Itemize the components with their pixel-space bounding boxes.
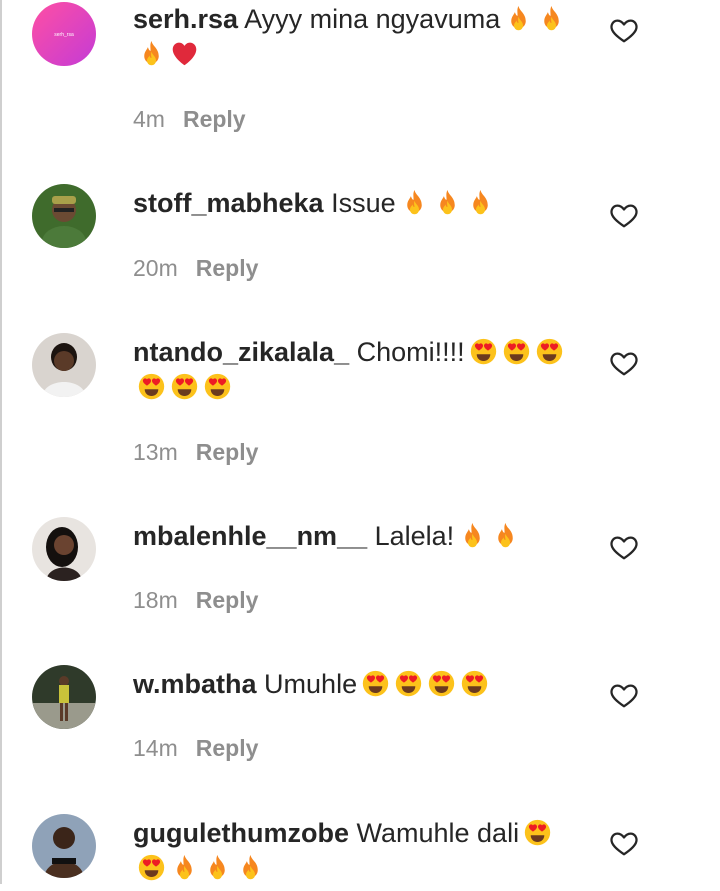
heart-eyes-emoji-icon [394,669,423,698]
like-heart-icon[interactable] [609,828,639,858]
heart-eyes-emoji-icon [427,669,456,698]
comment-message: Issue [331,188,396,218]
avatar[interactable] [32,333,96,397]
left-border [0,0,2,884]
comment-message: Wamuhle dali [356,818,520,848]
fire-emoji-icon [433,188,462,217]
comment-meta: 18m Reply [133,585,258,615]
fire-emoji-icon [236,853,265,882]
comment-username[interactable]: w.mbatha [133,669,257,699]
avatar[interactable] [32,517,96,581]
comment-meta: 14m Reply [133,733,258,763]
reply-button[interactable]: Reply [196,439,259,465]
comment-text: w.mbatha Umuhle [133,667,573,702]
comment-emojis [454,521,520,551]
fire-emoji-icon [203,853,232,882]
comment-text: mbalenhle__nm__ Lalela! [133,519,573,554]
comment-message: Ayyy mina ngyavuma [244,4,501,34]
comment-time: 4m [133,106,165,132]
comment-username[interactable]: stoff_mabheka [133,188,324,218]
fire-emoji-icon [458,521,487,550]
fire-emoji-icon [400,188,429,217]
comment-message: Lalela! [374,521,455,551]
heart-eyes-emoji-icon [137,372,166,401]
reply-button[interactable]: Reply [196,735,259,761]
like-heart-icon[interactable] [609,348,639,378]
comment-username[interactable]: gugulethumzobe [133,818,349,848]
avatar-caption: serh_rsa [54,32,74,38]
fire-emoji-icon [137,39,166,68]
comment-text: ntando_zikalala_ Chomi!!!! [133,335,573,405]
avatar[interactable] [32,665,96,729]
heart-eyes-emoji-icon [170,372,199,401]
comment-username[interactable]: serh.rsa [133,4,238,34]
comment-time: 18m [133,587,178,613]
heart-eyes-emoji-icon [361,669,390,698]
comment-username[interactable]: ntando_zikalala_ [133,337,349,367]
comment-text: serh.rsa Ayyy mina ngyavuma [133,2,573,72]
fire-emoji-icon [504,4,533,33]
comment-message: Chomi!!!! [356,337,465,367]
heart-eyes-emoji-icon [535,337,564,366]
heart-eyes-emoji-icon [523,818,552,847]
comment-meta: 13m Reply [133,437,258,467]
heart-eyes-emoji-icon [502,337,531,366]
comment-message: Umuhle [264,669,358,699]
comment-time: 13m [133,439,178,465]
like-heart-icon[interactable] [609,532,639,562]
heart-eyes-emoji-icon [460,669,489,698]
comment-time: 20m [133,255,178,281]
avatar[interactable] [32,184,96,248]
comment-meta: 4m Reply [133,104,246,134]
heart-emoji-icon [170,39,199,68]
avatar[interactable]: serh_rsa [32,2,96,66]
reply-button[interactable]: Reply [183,106,246,132]
comment-emojis [396,188,495,218]
comment-meta: 20m Reply [133,253,258,283]
heart-eyes-emoji-icon [469,337,498,366]
comment-time: 14m [133,735,178,761]
comment-username[interactable]: mbalenhle__nm__ [133,521,367,551]
like-heart-icon[interactable] [609,15,639,45]
reply-button[interactable]: Reply [196,255,259,281]
fire-emoji-icon [537,4,566,33]
like-heart-icon[interactable] [609,200,639,230]
heart-eyes-emoji-icon [203,372,232,401]
comment-text: gugulethumzobe Wamuhle dali [133,816,573,886]
comment-emojis [357,669,489,699]
fire-emoji-icon [491,521,520,550]
fire-emoji-icon [466,188,495,217]
like-heart-icon[interactable] [609,680,639,710]
comment-text: stoff_mabheka Issue [133,186,573,221]
heart-eyes-emoji-icon [137,853,166,882]
reply-button[interactable]: Reply [196,587,259,613]
fire-emoji-icon [170,853,199,882]
avatar[interactable] [32,814,96,878]
